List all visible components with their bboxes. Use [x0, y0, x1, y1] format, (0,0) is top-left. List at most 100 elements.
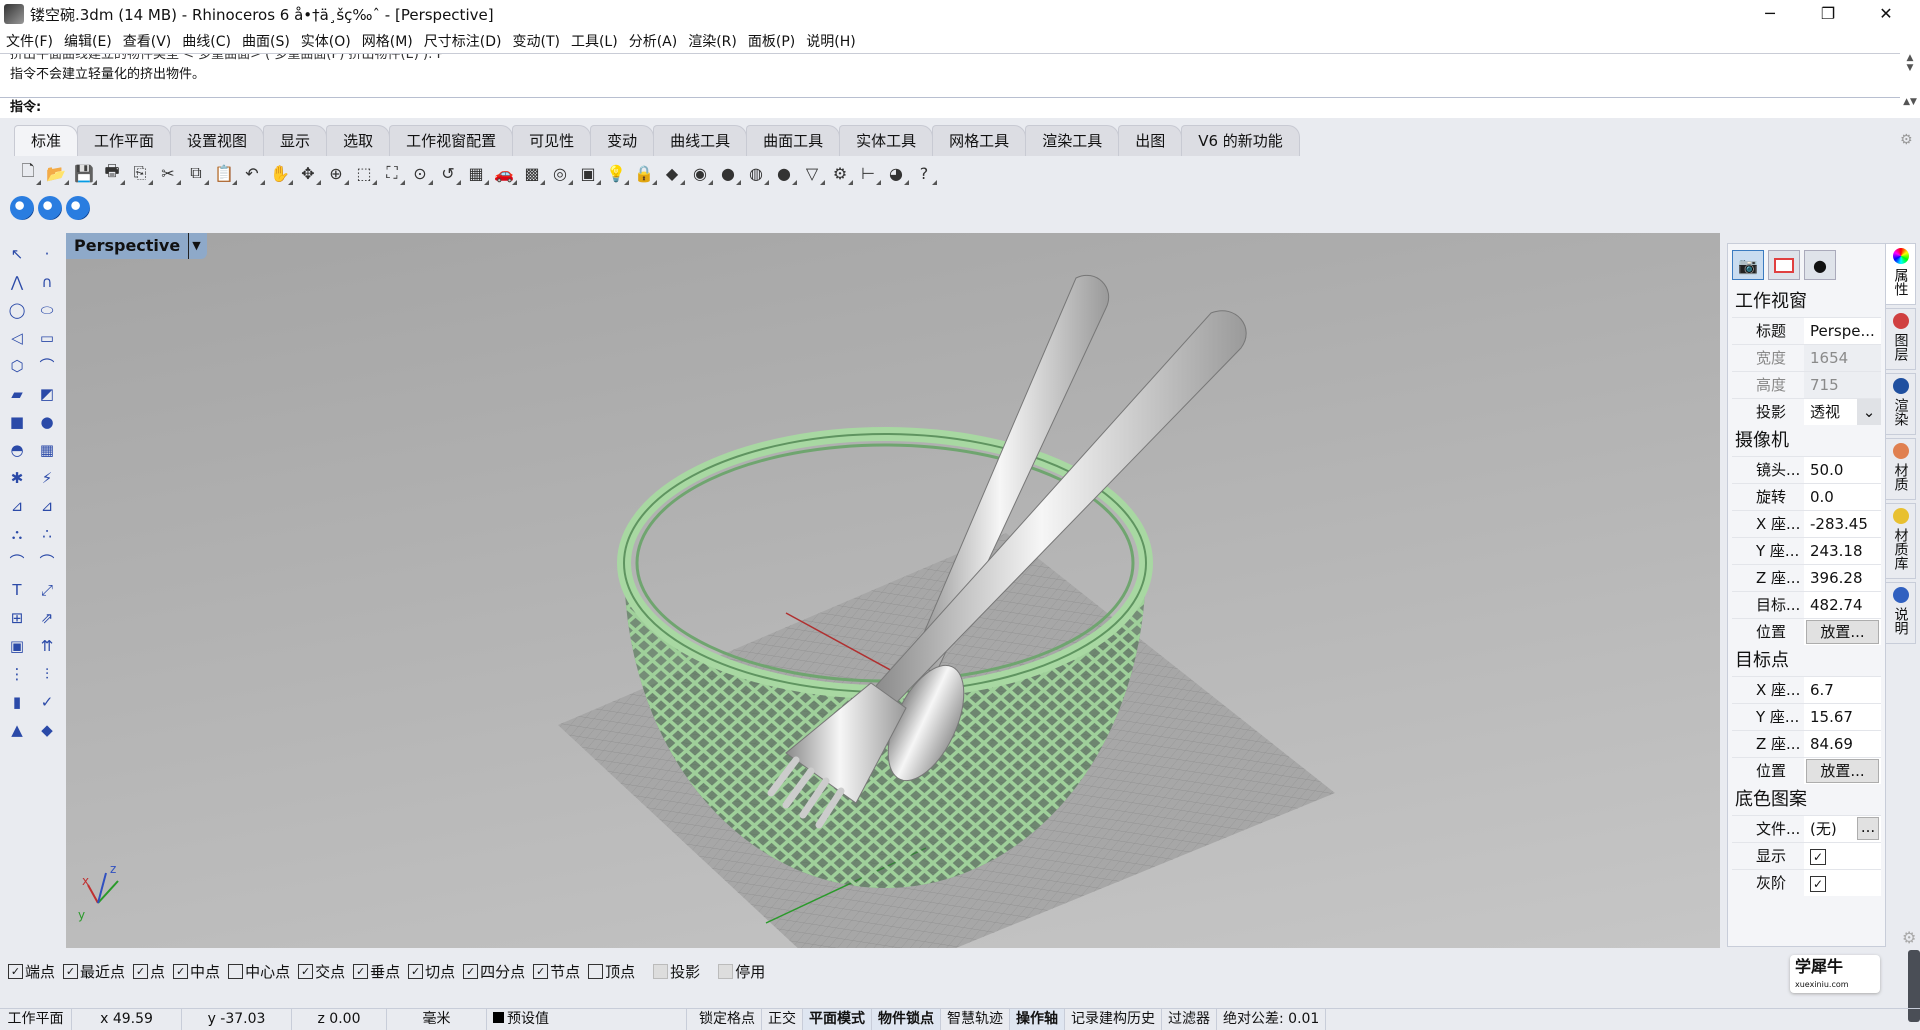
side-tab-0[interactable]: 属性	[1886, 243, 1916, 305]
analyze-icon[interactable]: ▮	[4, 689, 30, 714]
osnap-3[interactable]: ✓ 中点	[173, 961, 220, 982]
group-icon[interactable]: ⛬	[4, 521, 30, 546]
zoom-selected-icon[interactable]: ⊙	[408, 161, 433, 185]
side-tab-1[interactable]: 图层	[1886, 308, 1916, 370]
menu-item-4[interactable]: 曲面(S)	[242, 31, 290, 51]
property-value[interactable]: 透视 ⌄	[1804, 399, 1881, 425]
camera-icon[interactable]: 📷	[1732, 250, 1764, 280]
explode-icon[interactable]: ✱	[4, 465, 30, 490]
solid-tools-icon[interactable]: ▣	[4, 633, 30, 658]
menu-item-11[interactable]: 渲染(R)	[688, 31, 737, 51]
help-camera-icon[interactable]	[66, 196, 90, 220]
side-tab-4[interactable]: 材质库	[1886, 503, 1916, 579]
menu-item-13[interactable]: 说明(H)	[806, 31, 855, 51]
tab-0[interactable]: 标准	[14, 125, 79, 156]
refresh-icon[interactable]	[38, 196, 62, 220]
sync-camera-icon[interactable]	[10, 196, 34, 220]
osnap-7[interactable]: ✓ 切点	[408, 961, 455, 982]
property-value[interactable]: ✓	[1804, 843, 1881, 869]
four-viewports-icon[interactable]: ▦	[464, 161, 489, 185]
osnap-9[interactable]: ✓ 节点	[533, 961, 580, 982]
blue-sphere-icon[interactable]: ●	[772, 161, 797, 185]
scale-icon[interactable]: ⤢	[34, 577, 60, 602]
fillet-curve-icon[interactable]: ⌒	[34, 353, 60, 378]
split-icon[interactable]: ⚡	[34, 465, 60, 490]
osnap-2[interactable]: ✓ 点	[133, 961, 165, 982]
menu-item-8[interactable]: 变动(T)	[512, 31, 559, 51]
named-view-icon[interactable]: ▣	[576, 161, 601, 185]
light-icon[interactable]: 💡	[604, 161, 629, 185]
mesh-icon[interactable]: ▦	[34, 437, 60, 462]
viewport-frame-icon[interactable]	[1768, 250, 1800, 280]
box-icon[interactable]: ■	[4, 409, 30, 434]
shaded-sphere-icon[interactable]: ●	[716, 161, 741, 185]
tab-11[interactable]: 网格工具	[932, 125, 1027, 156]
osnap-checkbox[interactable]: ✓	[353, 963, 369, 979]
project-icon[interactable]: ⇈	[34, 633, 60, 658]
pan-icon[interactable]: ✋	[268, 161, 293, 185]
circle-icon[interactable]: ◯	[4, 297, 30, 322]
place-button[interactable]: 放置...	[1806, 759, 1879, 783]
status-layer[interactable]: 预设值	[487, 1009, 687, 1030]
osnap-1[interactable]: ✓ 最近点	[63, 961, 125, 982]
color-wheel-icon[interactable]: ◉	[688, 161, 713, 185]
menu-item-2[interactable]: 查看(V)	[123, 31, 172, 51]
curve-fillet-icon[interactable]: ⌒	[4, 549, 30, 574]
osnap-checkbox[interactable]	[228, 963, 244, 979]
osnap-checkbox[interactable]: ✓	[133, 963, 149, 979]
osnap-5[interactable]: ✓ 交点	[298, 961, 345, 982]
grid-icon[interactable]: ▩	[520, 161, 545, 185]
osnap-checkbox[interactable]	[718, 963, 734, 979]
osnap-0[interactable]: ✓ 端点	[8, 961, 55, 982]
tabs-gear-icon[interactable]: ⚙	[1900, 132, 1913, 148]
zoom-icon[interactable]: ⊕	[324, 161, 349, 185]
tab-2[interactable]: 设置视图	[170, 125, 265, 156]
osnap-checkbox[interactable]: ✓	[173, 963, 189, 979]
help-icon[interactable]: ?	[912, 161, 937, 185]
place-button[interactable]: 放置...	[1806, 620, 1879, 644]
paste-icon[interactable]: 📋	[212, 161, 237, 185]
minimize-button[interactable]: ─	[1741, 0, 1799, 28]
undo-icon[interactable]: ↶	[240, 161, 265, 185]
tab-4[interactable]: 选取	[326, 125, 391, 156]
osnap-4[interactable]: 中心点	[228, 961, 290, 982]
edge-surface-icon[interactable]: ◩	[34, 381, 60, 406]
render-icon[interactable]: ▽	[800, 161, 825, 185]
osnap-11[interactable]: 投影	[653, 961, 700, 982]
trim-a-icon[interactable]: ⊿	[4, 493, 30, 518]
rectangle-icon[interactable]: ▭	[34, 325, 60, 350]
browse-button[interactable]: ...	[1857, 817, 1879, 840]
osnap-checkbox[interactable]: ✓	[408, 963, 424, 979]
render-tools-icon[interactable]: ◆	[34, 717, 60, 742]
save-icon[interactable]: 💾	[72, 161, 97, 185]
osnap-12[interactable]: 停用	[718, 961, 765, 982]
status-toggle-6[interactable]: 记录建构历史	[1065, 1009, 1162, 1030]
projection-dropdown-icon[interactable]: ⌄	[1857, 399, 1881, 425]
checkbox[interactable]: ✓	[1810, 875, 1826, 892]
side-tab-3[interactable]: 材质	[1886, 438, 1916, 500]
tab-10[interactable]: 实体工具	[839, 125, 934, 156]
grid-array-icon[interactable]: ⋮	[4, 661, 30, 686]
menu-item-1[interactable]: 编辑(E)	[64, 31, 112, 51]
history-icon[interactable]: ⫶	[34, 661, 60, 686]
history-scrollbar[interactable]: ▲ ▼	[1900, 53, 1920, 97]
boolean-union-icon[interactable]: ●	[34, 409, 60, 434]
ungroup-icon[interactable]: ∴	[34, 521, 60, 546]
export-icon[interactable]: ⎘	[128, 161, 153, 185]
osnap-checkbox[interactable]	[588, 963, 604, 979]
tab-6[interactable]: 可见性	[512, 125, 592, 156]
menu-item-12[interactable]: 面板(P)	[748, 31, 795, 51]
status-toggle-0[interactable]: 锁定格点	[693, 1009, 762, 1030]
select-icon[interactable]: ↖	[4, 241, 30, 266]
tab-14[interactable]: V6 的新功能	[1181, 125, 1300, 156]
zoom-extents-icon[interactable]: ⛶	[380, 161, 405, 185]
zoom-window-icon[interactable]: ⬚	[352, 161, 377, 185]
tab-9[interactable]: 曲面工具	[746, 125, 841, 156]
viewport-title-tab[interactable]: Perspective ▼	[66, 233, 207, 259]
polygon-icon[interactable]: ⬡	[4, 353, 30, 378]
osnap-checkbox[interactable]: ✓	[463, 963, 479, 979]
tab-7[interactable]: 变动	[590, 125, 655, 156]
menu-item-7[interactable]: 尺寸标注(D)	[424, 31, 502, 51]
status-toggle-3[interactable]: 物件锁点	[872, 1009, 941, 1030]
car-icon[interactable]: 🚗	[492, 161, 517, 185]
